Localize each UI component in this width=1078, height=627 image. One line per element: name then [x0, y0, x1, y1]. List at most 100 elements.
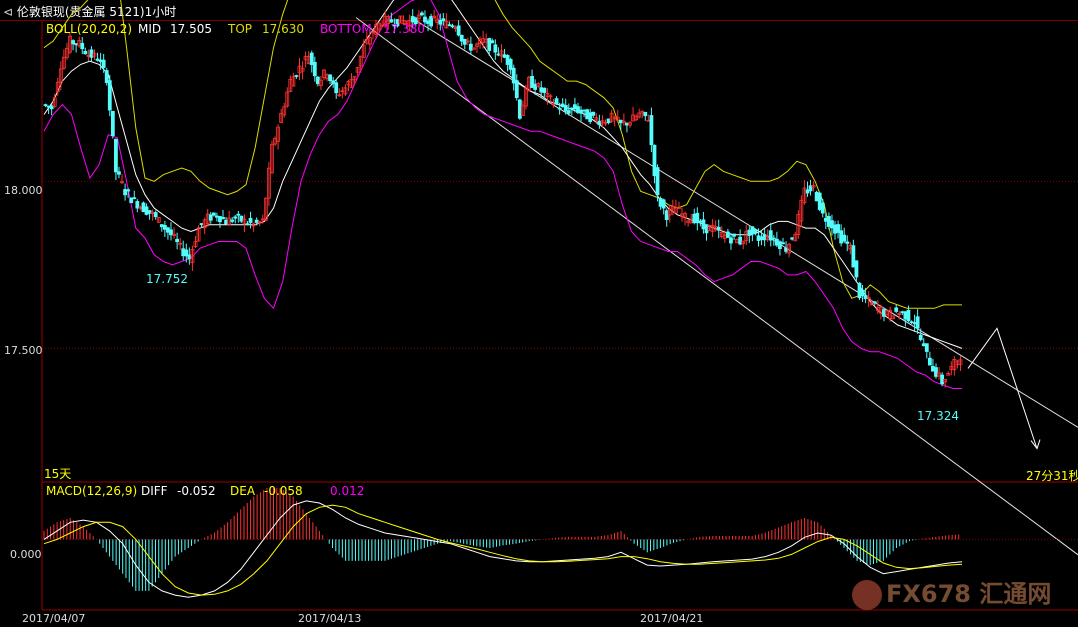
candle-body	[233, 216, 238, 219]
macd-diff-value: -0.052	[177, 484, 216, 498]
candle-body	[74, 43, 79, 46]
candle-body	[447, 24, 452, 27]
chart-canvas[interactable]	[0, 0, 1078, 627]
candle-body	[450, 25, 455, 28]
candle-body	[918, 334, 923, 341]
candle-body	[820, 202, 825, 214]
candle-body	[294, 75, 299, 77]
candle-body	[860, 289, 865, 297]
macd-dea-label: DEA	[230, 484, 256, 498]
candle-body	[181, 248, 186, 257]
candle-body	[107, 80, 112, 111]
candle-body	[254, 219, 259, 223]
candle-body	[790, 237, 795, 240]
watermark-logo: FX678 汇通网	[852, 574, 1051, 610]
candle-body	[511, 67, 516, 84]
candle-body	[863, 295, 868, 300]
candle-body	[823, 218, 828, 222]
boll-mid-value: 17.505	[170, 22, 212, 36]
candle-body	[557, 107, 562, 110]
candle-body	[579, 109, 583, 114]
boll-bottom-value: 17.380	[383, 22, 425, 36]
candle-body	[184, 249, 189, 257]
candle-body	[117, 171, 121, 175]
candle-body	[508, 58, 513, 70]
candle-body	[199, 223, 204, 226]
candle-body	[625, 122, 629, 126]
candle-body	[826, 216, 831, 227]
candle-body	[334, 82, 339, 94]
candle-body	[141, 202, 146, 213]
countdown-label: 27分31秒	[1026, 469, 1078, 483]
boll-top-line	[43, 0, 962, 309]
candle-body	[774, 238, 779, 246]
low-annotation-2: 17.324	[917, 409, 959, 423]
candle-body	[309, 52, 314, 66]
candle-body	[664, 210, 669, 220]
candle-body	[747, 229, 752, 236]
candle-body	[187, 254, 192, 260]
candle-body	[781, 242, 785, 245]
candle-body	[582, 109, 586, 112]
boll-top-value: 17.630	[262, 22, 304, 36]
candle-body	[882, 309, 886, 317]
candle-body	[924, 343, 929, 352]
watermark-globe-icon	[852, 580, 882, 610]
candle-body	[854, 260, 859, 278]
candle-body	[771, 237, 776, 240]
candle-body	[162, 224, 167, 230]
candle-body	[245, 223, 250, 226]
candle-body	[221, 217, 225, 220]
candle-body	[738, 236, 743, 245]
candle-body	[900, 311, 905, 314]
candle-body	[83, 50, 88, 55]
candle-body	[903, 311, 908, 320]
candle-body	[208, 214, 213, 221]
macd-y-tick-zero: 0.000	[10, 548, 42, 561]
candle-body	[698, 220, 703, 223]
channel-upper-line	[410, 17, 1078, 428]
low-annotation-1: 17.752	[146, 272, 188, 286]
candle-body	[817, 192, 822, 210]
macd-dea-value: -0.058	[264, 484, 303, 498]
candle-body	[753, 229, 758, 234]
candle-body	[126, 189, 131, 192]
candle-body	[569, 107, 574, 110]
y-tick-18000: 18.000	[4, 184, 43, 197]
candle-body	[912, 322, 917, 325]
candle-body	[906, 309, 911, 322]
candle-body	[701, 219, 706, 230]
candle-body	[224, 219, 228, 225]
candle-body	[110, 110, 115, 136]
candle-body	[144, 206, 149, 215]
candle-body	[784, 247, 788, 252]
candle-body	[909, 321, 914, 324]
candle-body	[331, 80, 336, 84]
macd-name: MACD(12,26,9)	[46, 484, 138, 498]
candle-body	[857, 282, 862, 299]
candle-body	[123, 189, 127, 196]
candle-body	[845, 241, 850, 244]
candle-body	[114, 138, 118, 173]
candle-body	[438, 19, 443, 25]
candle-body	[940, 374, 945, 385]
candle-body	[129, 197, 134, 204]
candle-body	[750, 226, 755, 235]
candle-body	[759, 236, 764, 241]
candle-body	[588, 112, 593, 122]
boll-bottom-label: BOTTOM	[320, 22, 372, 36]
candle-body	[563, 104, 568, 112]
candle-body	[762, 234, 767, 241]
candle-body	[573, 104, 577, 110]
forecast-path	[967, 327, 1038, 449]
candle-body	[459, 34, 464, 42]
candle-body	[248, 217, 253, 223]
x-tick-0421: 2017/04/21	[640, 612, 704, 625]
candle-body	[805, 189, 810, 194]
candle-body	[46, 105, 51, 108]
candle-body	[426, 20, 430, 24]
candle-body	[576, 106, 580, 113]
macd-diff-label: DIFF	[141, 484, 168, 498]
candle-body	[931, 366, 935, 372]
candle-body	[441, 18, 446, 22]
